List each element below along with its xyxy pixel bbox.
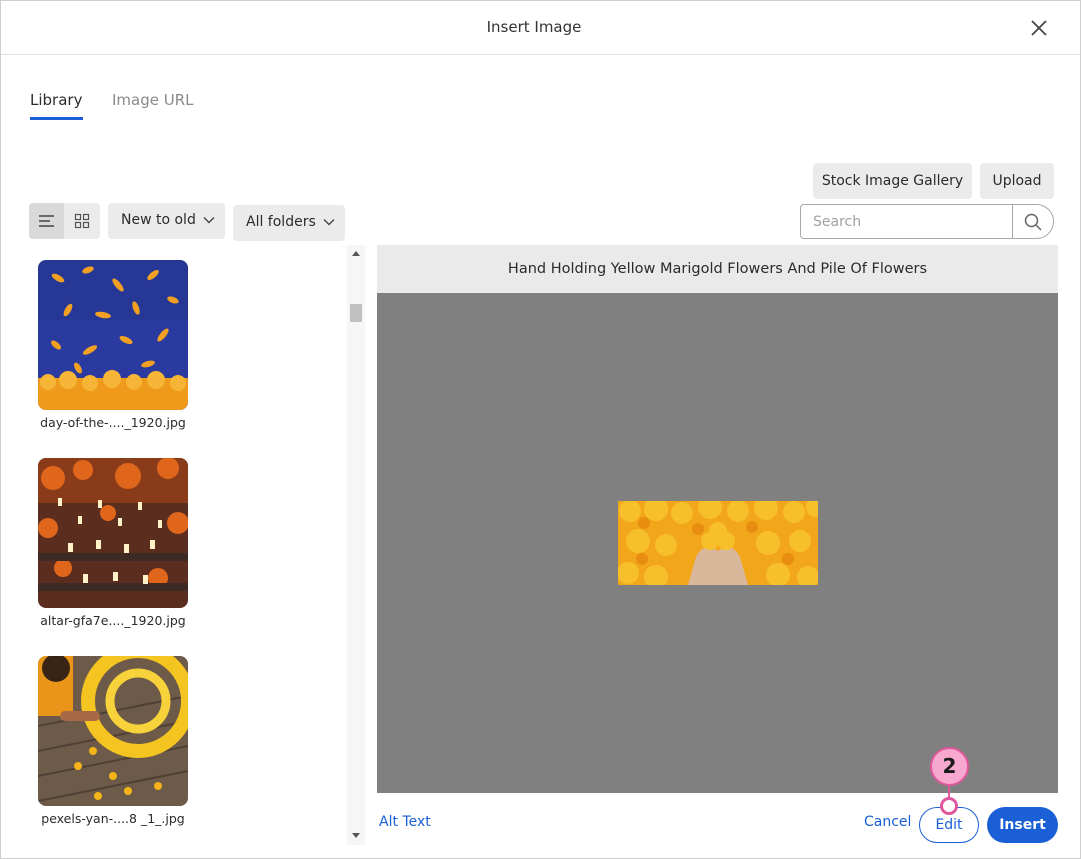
tab-library[interactable]: Library — [30, 91, 82, 109]
image-thumbnail — [38, 656, 188, 806]
file-name: pexels-yan-....8 _1_.jpg — [41, 811, 185, 826]
active-tab-indicator — [30, 117, 83, 120]
list-view-icon[interactable] — [29, 203, 64, 239]
sort-dropdown[interactable]: New to old — [108, 203, 225, 239]
callout-marker — [940, 797, 958, 815]
search-box — [800, 204, 1054, 239]
view-toggle — [29, 203, 100, 239]
search-input[interactable] — [802, 206, 1010, 237]
chevron-down-icon — [323, 219, 335, 226]
insert-image-dialog: Insert Image Library Image URL Stock Ima… — [0, 0, 1081, 859]
scroll-thumb[interactable] — [350, 304, 362, 322]
file-name: altar-gfa7e...._1920.jpg — [40, 613, 186, 628]
dialog-header: Insert Image — [1, 1, 1080, 55]
tab-image-url[interactable]: Image URL — [112, 91, 194, 109]
scroll-down-arrow-icon[interactable] — [352, 833, 360, 838]
stock-image-gallery-button[interactable]: Stock Image Gallery — [813, 163, 972, 199]
insert-button[interactable]: Insert — [987, 807, 1058, 843]
scroll-up-arrow-icon[interactable] — [352, 251, 360, 256]
preview-image — [618, 501, 818, 585]
list-scrollbar[interactable] — [347, 245, 365, 845]
upload-button[interactable]: Upload — [980, 163, 1054, 199]
chevron-down-icon — [203, 217, 215, 224]
folder-dropdown-value: All folders — [246, 214, 316, 230]
image-thumbnail — [38, 260, 188, 410]
sort-dropdown-value: New to old — [121, 212, 196, 228]
grid-view-icon[interactable] — [65, 203, 100, 239]
image-thumbnail — [38, 458, 188, 608]
folder-dropdown[interactable]: All folders — [233, 205, 345, 241]
alt-text-link[interactable]: Alt Text — [379, 814, 431, 830]
image-library-list: day-of-the-...._1920.jpg altar-gfa7e....… — [29, 245, 365, 845]
cancel-button[interactable]: Cancel — [864, 814, 911, 830]
dialog-title: Insert Image — [486, 18, 582, 36]
close-icon[interactable] — [1027, 16, 1051, 40]
preview-title: Hand Holding Yellow Marigold Flowers And… — [507, 261, 928, 277]
callout-step-badge: 2 — [930, 747, 969, 786]
file-name: day-of-the-...._1920.jpg — [40, 415, 186, 430]
preview-header: Hand Holding Yellow Marigold Flowers And… — [377, 245, 1058, 293]
search-icon[interactable] — [1013, 205, 1053, 238]
image-preview-area — [377, 293, 1058, 793]
